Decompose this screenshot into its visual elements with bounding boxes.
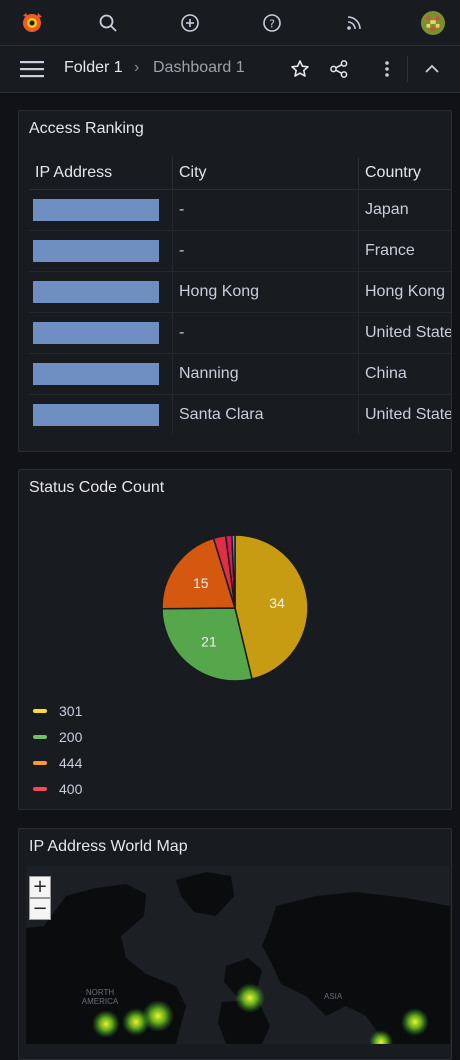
breadcrumb-separator: › (134, 59, 140, 76)
country-cell: United States (358, 394, 451, 435)
more-options-icon[interactable] (375, 57, 399, 81)
column-header-country[interactable]: Country (358, 157, 451, 190)
redacted-ip (33, 240, 159, 262)
redacted-ip (33, 281, 159, 303)
plus-circle-icon[interactable] (178, 11, 202, 35)
city-cell: - (172, 189, 359, 231)
legend-swatch (33, 787, 47, 791)
map-label-north-america: NORTH AMERICA (81, 988, 119, 1006)
redacted-ip (33, 404, 159, 426)
legend-label: 200 (59, 729, 83, 745)
zoom-out-button[interactable]: − (29, 898, 51, 920)
top-nav-bar: ? (0, 0, 460, 46)
legend-swatch (33, 761, 47, 765)
table-row: Hong Kong Hong Kong (29, 271, 451, 313)
legend-label: 444 (59, 755, 83, 771)
country-cell: France (358, 230, 451, 272)
rss-icon[interactable] (342, 11, 366, 35)
table-row: Santa Clara United States (29, 394, 451, 436)
access-table: IP Address City Country - Japan - France… (29, 157, 451, 436)
access-ranking-panel: Access Ranking IP Address City Country -… (18, 110, 452, 452)
table-row: - Japan (29, 189, 451, 231)
column-header-city[interactable]: City (172, 157, 359, 190)
city-cell: Hong Kong (172, 271, 359, 313)
city-cell: - (172, 312, 359, 354)
country-cell: Japan (358, 189, 451, 231)
search-icon[interactable] (96, 11, 120, 35)
table-row: - United States (29, 312, 451, 354)
ip-cell (29, 395, 173, 436)
city-cell: Santa Clara (172, 394, 359, 435)
table-row: - France (29, 230, 451, 272)
country-cell: China (358, 353, 451, 395)
breadcrumb-folder[interactable]: Folder 1 (64, 59, 123, 77)
ip-cell (29, 271, 173, 313)
status-pie-chart: 34 21 15 (161, 534, 309, 682)
menu-icon[interactable] (20, 57, 44, 81)
legend-swatch (33, 735, 47, 739)
pie-value-label: 15 (193, 575, 209, 591)
redacted-ip (33, 199, 159, 221)
panel-title: Access Ranking (29, 120, 144, 137)
ip-cell (29, 230, 173, 272)
world-map[interactable]: NORTH AMERICA ASIA + − (26, 866, 450, 1044)
legend-label: 301 (59, 703, 83, 719)
chevron-up-icon[interactable] (420, 57, 444, 81)
user-avatar[interactable] (421, 11, 445, 35)
status-code-panel: Status Code Count 34 21 15 301 200 444 400 (18, 469, 452, 810)
table-row: Nanning China (29, 353, 451, 395)
breadcrumb-dashboard[interactable]: Dashboard 1 (153, 59, 245, 77)
ip-cell (29, 189, 173, 231)
legend-item-200[interactable]: 200 (33, 729, 82, 745)
dashboard-nav-bar: Folder 1 › Dashboard 1 (0, 46, 460, 93)
map-landmass (26, 872, 450, 1044)
legend-swatch (33, 709, 47, 713)
column-header-ip[interactable]: IP Address (29, 157, 173, 190)
country-cell: United States (358, 312, 451, 354)
map-label-asia: ASIA (324, 992, 343, 1001)
share-icon[interactable] (327, 57, 351, 81)
ip-cell (29, 312, 173, 354)
country-cell: Hong Kong (358, 271, 451, 313)
nav-divider (407, 56, 408, 82)
legend-item-444[interactable]: 444 (33, 755, 82, 771)
pie-value-label: 21 (201, 633, 217, 649)
table-header-row: IP Address City Country (29, 157, 451, 190)
panel-title: IP Address World Map (29, 838, 188, 855)
world-map-panel: IP Address World Map NORTH AMERICA ASIA … (18, 828, 452, 1060)
legend-item-400[interactable]: 400 (33, 781, 82, 797)
grafana-logo-icon[interactable] (20, 11, 44, 35)
legend-label: 400 (59, 781, 83, 797)
zoom-in-button[interactable]: + (29, 876, 51, 898)
ip-cell (29, 353, 173, 395)
pie-value-label: 34 (269, 595, 285, 611)
redacted-ip (33, 363, 159, 385)
help-icon[interactable]: ? (260, 11, 284, 35)
svg-text:?: ? (269, 18, 275, 31)
redacted-ip (33, 322, 159, 344)
star-icon[interactable] (288, 57, 312, 81)
city-cell: - (172, 230, 359, 272)
city-cell: Nanning (172, 353, 359, 395)
panel-title: Status Code Count (29, 479, 165, 496)
legend-item-301[interactable]: 301 (33, 703, 82, 719)
